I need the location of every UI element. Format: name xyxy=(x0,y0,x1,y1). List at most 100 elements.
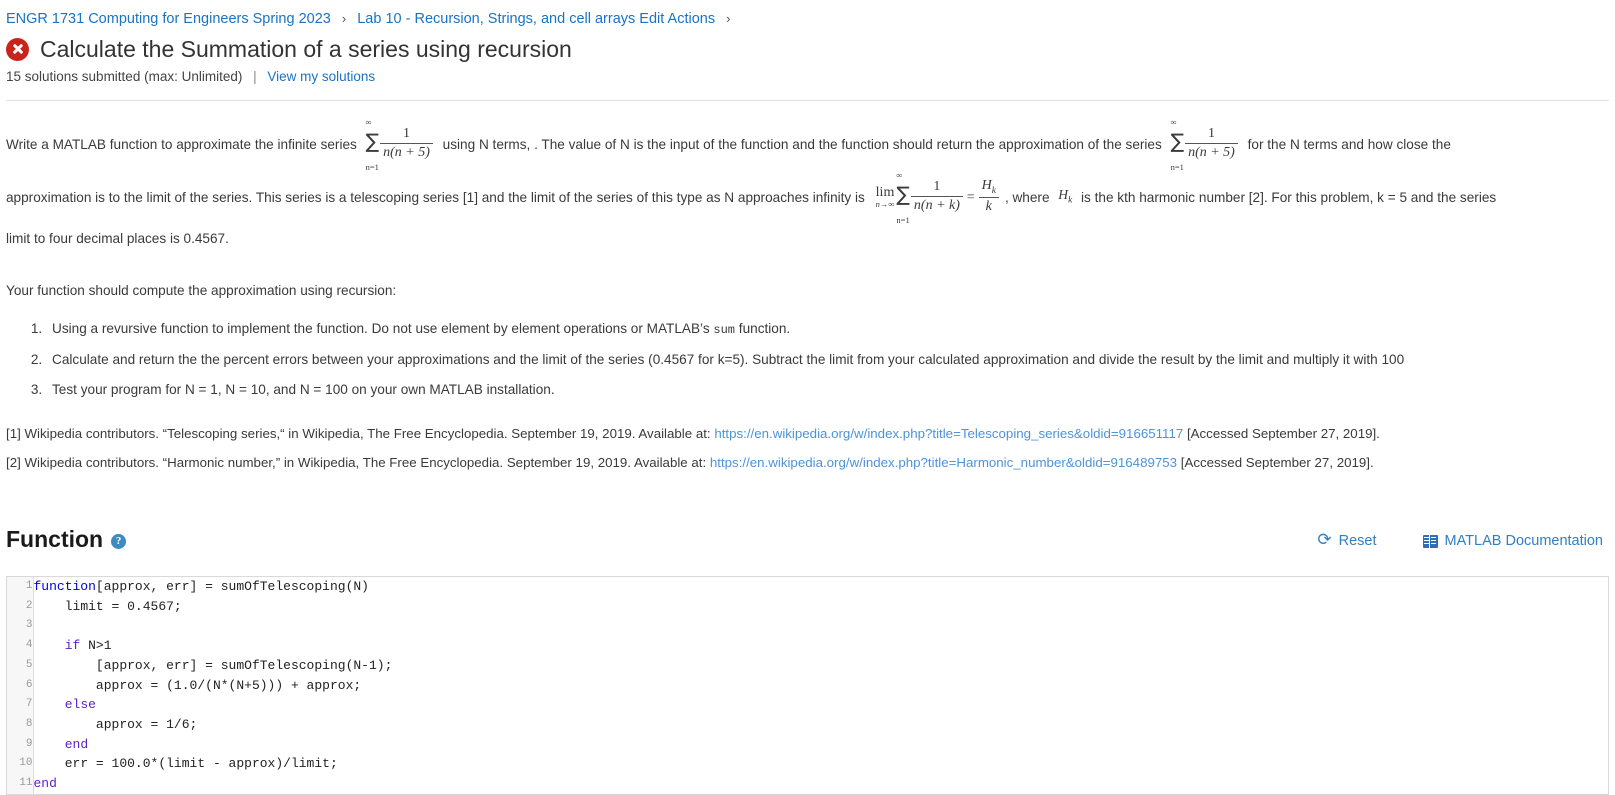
fraction-1: 1 n(n + 5) xyxy=(380,126,433,160)
fraction-denominator-1: n(n + 5) xyxy=(380,143,433,161)
code-line: approx = 1/6; xyxy=(34,715,1609,735)
reference-item-1: [1] Wikipedia contributors. “Telescoping… xyxy=(6,424,1609,443)
code-keyword: end xyxy=(33,776,57,792)
reference-link-2[interactable]: https://en.wikipedia.org/w/index.php?tit… xyxy=(710,455,1177,470)
meta-divider: | xyxy=(253,69,257,84)
error-circle-x-icon xyxy=(6,37,29,61)
line-number: 4 xyxy=(25,639,33,652)
line-number: 5 xyxy=(25,658,33,671)
lab-assignment-page: ENGR 1731 Computing for Engineers Spring… xyxy=(0,0,1615,795)
sigma-icon-1: ∑ xyxy=(365,129,380,153)
code-text: err = 100.0*(limit - approx)/limit; xyxy=(64,756,338,772)
description-paragraph-2: approximation is to the limit of the ser… xyxy=(6,171,1609,225)
desc-text-2b: , where xyxy=(1004,190,1050,206)
code-line: err = 100.0*(limit - approx)/limit; xyxy=(34,754,1609,774)
matlab-documentation-button[interactable]: MATLAB Documentation xyxy=(1422,533,1604,549)
formula-limit: lim n→∞ ∞ ∑ n=1 1 n(n + k) = Hk k xyxy=(874,171,1000,224)
problem-description: Write a MATLAB function to approximate t… xyxy=(0,101,1615,249)
sum-upper-limit-3: ∞ xyxy=(896,170,903,180)
sum-lower-limit-3: n=1 xyxy=(896,215,910,225)
line-number: 1 xyxy=(25,580,33,592)
desc-text-1c: for the N terms and how close the xyxy=(1247,137,1451,153)
fraction-numerator-3: 1 xyxy=(933,179,941,195)
formula-series-1: ∞ ∑ n=1 1 n(n + 5) xyxy=(366,118,434,171)
instructions-lead: Your function should compute the approxi… xyxy=(6,283,397,298)
step-text-a: Test your program for N = 1, N = 10, and… xyxy=(52,382,555,397)
code-text: N>1 xyxy=(80,638,112,654)
line-number: 9 xyxy=(25,737,33,750)
code-line: [approx, err] = sumOfTelescoping(N-1); xyxy=(34,656,1609,676)
code-text: approx = 1/6; xyxy=(95,716,198,732)
breadcrumb-item-course[interactable]: ENGR 1731 Computing for Engineers Spring… xyxy=(6,11,331,27)
code-text: [approx, err] = sumOfTelescoping(N) xyxy=(95,579,369,594)
sum-upper-limit-1: ∞ xyxy=(365,117,372,127)
code-keyword: else xyxy=(64,697,96,713)
line-number: 2 xyxy=(25,599,33,612)
fraction-denominator-2: n(n + 5) xyxy=(1185,143,1238,161)
code-line: if N>1 xyxy=(34,636,1609,656)
summation-symbol-3: ∞ ∑ n=1 xyxy=(896,170,910,225)
reference-item-2: [2] Wikipedia contributors. “Harmonic nu… xyxy=(6,453,1609,472)
code-line: else xyxy=(34,695,1609,715)
harmonic-number-symbol: Hk xyxy=(1058,187,1073,205)
code-line: limit = 0.4567; xyxy=(34,597,1609,617)
summation-symbol-1: ∞ ∑ n=1 xyxy=(365,117,380,172)
step-inline-code: sum xyxy=(713,323,736,337)
line-number: 6 xyxy=(25,678,33,691)
code-keyword: if xyxy=(64,638,81,654)
line-number-gutter: 1 2 3 4 5 6 7 8 9 10 11 xyxy=(7,577,34,794)
fraction-4: Hk k xyxy=(978,177,999,215)
code-keyword: function xyxy=(33,579,96,594)
line-number: 8 xyxy=(25,717,33,730)
breadcrumb-item-lab[interactable]: Lab 10 - Recursion, Strings, and cell ar… xyxy=(357,11,715,27)
function-toolbar: ⟳ Reset MATLAB Documentation xyxy=(1317,530,1604,552)
instructions-list: Using a revursive function to implement … xyxy=(0,319,1615,400)
question-mark-help-icon[interactable]: ? xyxy=(111,533,127,549)
function-heading: Function xyxy=(6,526,104,552)
desc-text-1a: Write a MATLAB function to approximate t… xyxy=(6,137,357,153)
matlab-documentation-label: MATLAB Documentation xyxy=(1444,533,1604,549)
step-text-a: Calculate and return the the percent err… xyxy=(52,352,1405,367)
limit-label: lim xyxy=(875,184,895,200)
breadcrumb-chevron-icon: › xyxy=(341,11,347,26)
step-text-a: Using a revursive function to implement … xyxy=(52,321,710,336)
list-item: Calculate and return the the percent err… xyxy=(46,350,1609,370)
reference-prefix-2: [2] Wikipedia contributors. “Harmonic nu… xyxy=(6,455,707,470)
step-text-b: function. xyxy=(738,321,791,336)
submission-count: 15 solutions submitted (max: Unlimited) xyxy=(6,69,243,84)
fraction-2: 1 n(n + 5) xyxy=(1185,126,1238,160)
equals-sign: = xyxy=(966,188,975,204)
desc-text-2a: approximation is to the limit of the ser… xyxy=(6,190,865,206)
refresh-icon: ⟳ xyxy=(1317,530,1332,550)
list-item: Test your program for N = 1, N = 10, and… xyxy=(46,380,1609,400)
limit-operator: lim n→∞ xyxy=(875,184,895,210)
list-item: Using a revursive function to implement … xyxy=(46,319,1609,340)
page-title-row: Calculate the Summation of a series usin… xyxy=(0,29,1615,63)
fraction-denominator-4: k xyxy=(978,197,999,215)
reference-link-1[interactable]: https://en.wikipedia.org/w/index.php?tit… xyxy=(714,426,1183,441)
breadcrumb-chevron-icon-2: › xyxy=(726,11,731,26)
reset-label: Reset xyxy=(1338,533,1377,549)
fraction-numerator-4: Hk xyxy=(981,177,996,196)
reference-prefix-1: [1] Wikipedia contributors. “Telescoping… xyxy=(6,426,711,441)
reference-suffix-2: [Accessed September 27, 2019]. xyxy=(1180,455,1374,470)
code-text: approx = (1.0/(N*(N+5))) + approx; xyxy=(95,677,362,693)
description-paragraph-3: limit to four decimal places is 0.4567. xyxy=(6,231,229,246)
description-paragraph-1: Write a MATLAB function to approximate t… xyxy=(6,118,1609,172)
code-input-area[interactable]: function[approx, err] = sumOfTelescoping… xyxy=(33,577,1608,794)
line-number: 7 xyxy=(25,698,33,711)
references: [1] Wikipedia contributors. “Telescoping… xyxy=(0,410,1615,472)
code-text: [approx, err] = sumOfTelescoping(N-1); xyxy=(95,657,393,673)
breadcrumb: ENGR 1731 Computing for Engineers Spring… xyxy=(0,0,1615,29)
view-my-solutions-link[interactable]: View my solutions xyxy=(267,69,375,84)
code-text: limit = 0.4567; xyxy=(64,598,182,614)
instructions-section: Your function should compute the approxi… xyxy=(0,271,1615,301)
function-title-group: Function ? xyxy=(6,526,127,552)
code-line: end xyxy=(34,774,1609,794)
sum-lower-limit-1: n=1 xyxy=(365,162,379,172)
book-icon xyxy=(1422,534,1438,548)
reset-button[interactable]: ⟳ Reset xyxy=(1317,530,1377,550)
desc-text-1b: using N terms, . The value of N is the i… xyxy=(442,137,1162,153)
code-editor[interactable]: 1 2 3 4 5 6 7 8 9 10 11 function[approx, err] = su… xyxy=(6,576,1609,795)
